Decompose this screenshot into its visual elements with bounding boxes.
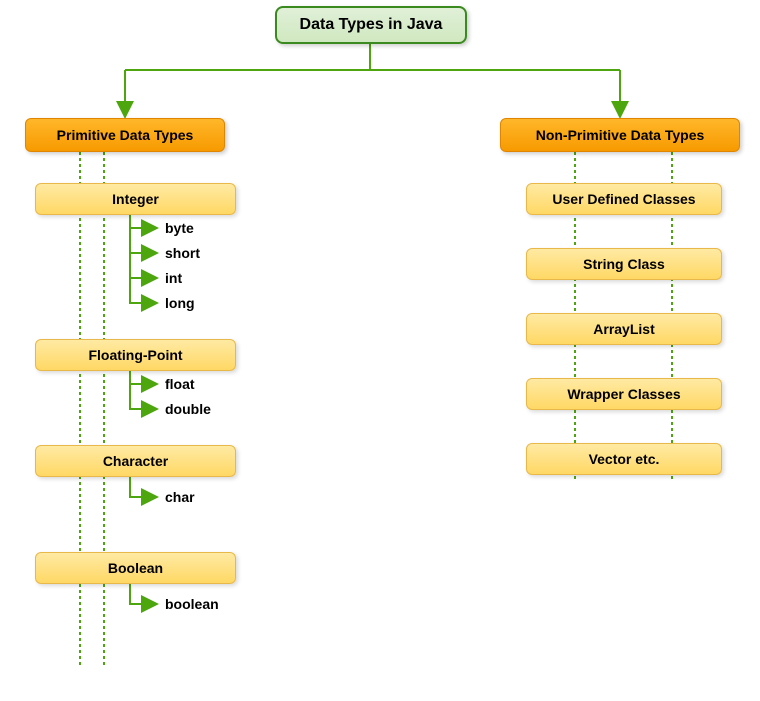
group-floating-point-label: Floating-Point bbox=[88, 347, 182, 363]
nonprimitive-header: Non-Primitive Data Types bbox=[500, 118, 740, 152]
root-title: Data Types in Java bbox=[300, 16, 443, 33]
group-character-label: Character bbox=[103, 453, 168, 469]
leaf-byte: byte bbox=[165, 220, 194, 236]
nonprimitive-title: Non-Primitive Data Types bbox=[536, 127, 705, 143]
np-wrapper-classes-label: Wrapper Classes bbox=[567, 386, 680, 402]
primitive-header: Primitive Data Types bbox=[25, 118, 225, 152]
leaf-float: float bbox=[165, 376, 195, 392]
np-wrapper-classes: Wrapper Classes bbox=[526, 378, 722, 410]
np-user-defined-classes-label: User Defined Classes bbox=[552, 191, 695, 207]
group-character: Character bbox=[35, 445, 236, 477]
np-string-class-label: String Class bbox=[583, 256, 665, 272]
group-boolean: Boolean bbox=[35, 552, 236, 584]
leaf-int: int bbox=[165, 270, 182, 286]
np-arraylist: ArrayList bbox=[526, 313, 722, 345]
leaf-short: short bbox=[165, 245, 200, 261]
group-floating-point: Floating-Point bbox=[35, 339, 236, 371]
leaf-boolean: boolean bbox=[165, 596, 219, 612]
group-boolean-label: Boolean bbox=[108, 560, 163, 576]
leaf-char: char bbox=[165, 489, 195, 505]
group-integer: Integer bbox=[35, 183, 236, 215]
leaf-long: long bbox=[165, 295, 195, 311]
leaf-double: double bbox=[165, 401, 211, 417]
primitive-title: Primitive Data Types bbox=[57, 127, 194, 143]
root-node: Data Types in Java bbox=[275, 6, 467, 44]
np-vector-etc-label: Vector etc. bbox=[589, 451, 660, 467]
np-string-class: String Class bbox=[526, 248, 722, 280]
np-arraylist-label: ArrayList bbox=[593, 321, 654, 337]
np-user-defined-classes: User Defined Classes bbox=[526, 183, 722, 215]
group-integer-label: Integer bbox=[112, 191, 159, 207]
np-vector-etc: Vector etc. bbox=[526, 443, 722, 475]
